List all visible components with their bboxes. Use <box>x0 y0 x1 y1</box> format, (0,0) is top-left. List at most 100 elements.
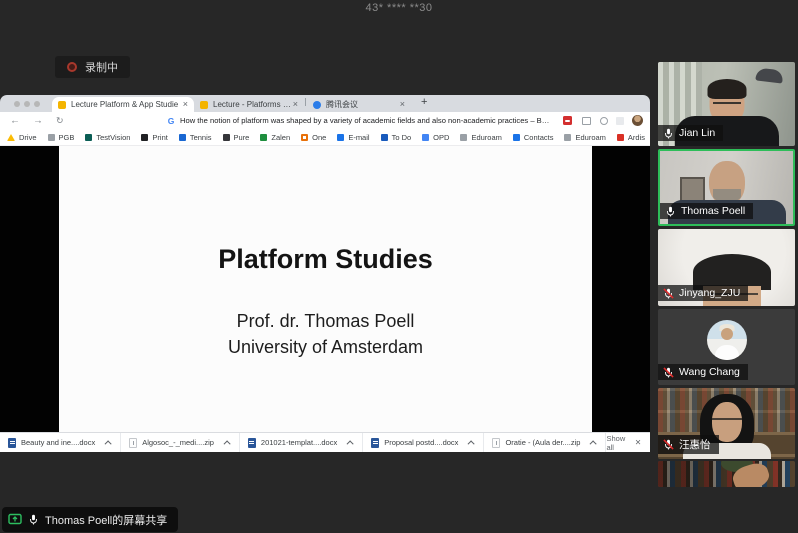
downloads-bar: Beauty and ine....docx Algosoc_-_medi...… <box>0 432 650 452</box>
drive-icon <box>7 134 15 141</box>
extension-icon[interactable] <box>582 117 591 125</box>
zalen-icon <box>260 134 267 141</box>
bookmark-label: Ardis <box>628 133 645 142</box>
google-docs-icon <box>58 101 66 109</box>
tab-label: 腾讯会议 <box>326 99 358 110</box>
extension-icon[interactable] <box>600 117 608 125</box>
masked-meeting-id: 43* **** **30 <box>0 2 798 14</box>
testvision-icon <box>85 134 92 141</box>
bookmark-drive[interactable]: Drive <box>7 133 37 142</box>
eduroam-icon <box>564 134 571 141</box>
participant-name-label: Jinyang_ZJU <box>658 285 748 301</box>
ardis-icon <box>617 134 624 141</box>
show-all-downloads-link[interactable]: Show all <box>606 434 625 452</box>
bookmark-label: E-mail <box>348 133 369 142</box>
participant-name: Jinyang_ZJU <box>679 287 740 299</box>
bookmark-opd[interactable]: OPD <box>422 133 449 142</box>
download-item[interactable]: Proposal postd....docx <box>363 433 484 452</box>
bookmark-email[interactable]: E-mail <box>337 133 369 142</box>
bookmark-tennis[interactable]: Tennis <box>179 133 212 142</box>
participant-tile-wang-chang[interactable]: Wang Chang <box>658 309 795 385</box>
bookmark-pgb[interactable]: PGB <box>48 133 75 142</box>
close-tab-icon[interactable] <box>183 100 188 109</box>
close-tab-icon[interactable] <box>293 100 298 109</box>
bookmark-pure[interactable]: Pure <box>223 133 250 142</box>
reload-button[interactable] <box>56 115 64 126</box>
bookmark-eduroam[interactable]: Eduroam <box>460 133 501 142</box>
address-bar[interactable]: How the notion of platform was shaped by… <box>180 112 552 129</box>
forward-button[interactable] <box>33 115 43 126</box>
tab-label: Lecture Platform & App Studie <box>71 100 178 109</box>
bookmark-label: Pure <box>234 133 250 142</box>
google-docs-icon <box>200 101 208 109</box>
chevron-up-icon[interactable] <box>590 440 597 447</box>
adobe-pdf-extension-icon[interactable] <box>563 116 572 125</box>
chevron-up-icon[interactable] <box>223 440 230 447</box>
close-tab-icon[interactable] <box>400 100 405 109</box>
eduroam-icon <box>460 134 467 141</box>
window-controls[interactable] <box>14 101 40 107</box>
bookmark-label: Zalen <box>271 133 290 142</box>
tab-lecture-platforms-as-markets[interactable]: Lecture - Platforms as Markets <box>194 97 304 112</box>
download-item[interactable]: Oratie - (Aula der....zip <box>484 433 606 452</box>
download-item[interactable]: Beauty and ine....docx <box>0 433 121 452</box>
participant-name-label: Thomas Poell <box>660 203 753 219</box>
download-item[interactable]: Algosoc_-_medi....zip <box>121 433 240 452</box>
bookmark-label: Drive <box>19 133 37 142</box>
download-filename: 201021-templat....docx <box>261 438 337 447</box>
docx-file-icon <box>248 438 256 448</box>
docx-file-icon <box>371 438 379 448</box>
chevron-up-icon[interactable] <box>105 440 112 447</box>
chevron-up-icon[interactable] <box>468 440 475 447</box>
pure-icon <box>223 134 230 141</box>
close-downloads-bar-icon[interactable] <box>635 437 641 448</box>
bookmarks-bar: Drive PGB TestVision Print Tennis Pure Z… <box>0 129 650 146</box>
todo-icon <box>381 134 388 141</box>
bookmark-contacts[interactable]: Contacts <box>513 133 554 142</box>
bookmark-testvision[interactable]: TestVision <box>85 133 130 142</box>
bookmark-label: PGB <box>59 133 75 142</box>
screen-share-icon <box>8 513 22 526</box>
bookmark-one[interactable]: One <box>301 133 326 142</box>
bookmark-label: Contacts <box>524 133 554 142</box>
participant-name: 汪惠怡 <box>679 437 711 452</box>
download-item[interactable]: 201021-templat....docx <box>240 433 363 452</box>
bookmark-label: Tennis <box>190 133 212 142</box>
bookmark-zalen[interactable]: Zalen <box>260 133 290 142</box>
zoom-meeting-window: 43* **** **30 录制中 Lecture Platform & App… <box>0 0 798 533</box>
bookmark-label: One <box>312 133 326 142</box>
mic-muted-icon <box>663 288 674 299</box>
download-filename: Proposal postd....docx <box>384 438 458 447</box>
bookmark-eduroam-2[interactable]: Eduroam <box>564 133 605 142</box>
screen-share-label: Thomas Poell的屏幕共享 <box>45 512 167 528</box>
close-window-icon[interactable] <box>14 101 20 107</box>
mic-muted-icon <box>663 367 674 378</box>
contacts-icon <box>513 134 520 141</box>
tab-tencent-meeting[interactable]: 腾讯会议 <box>307 97 411 112</box>
print-icon <box>141 134 148 141</box>
slide-subtitle-line2: University of Amsterdam <box>59 334 592 360</box>
maximize-window-icon[interactable] <box>34 101 40 107</box>
participant-name-label: Jian Lin <box>658 125 723 141</box>
minimize-window-icon[interactable] <box>24 101 30 107</box>
participant-tile-partial[interactable] <box>658 461 795 487</box>
new-tab-button[interactable]: + <box>421 96 427 108</box>
zip-file-icon <box>129 438 137 448</box>
participant-video <box>658 461 795 487</box>
extension-icon[interactable] <box>616 117 624 125</box>
bookmark-ardis[interactable]: Ardis <box>617 133 645 142</box>
tab-lecture-platform-app-studies[interactable]: Lecture Platform & App Studie <box>52 97 194 112</box>
browser-profile-avatar[interactable] <box>632 115 643 126</box>
chevron-up-icon[interactable] <box>347 440 354 447</box>
participant-tile-wang-huiyi[interactable]: 汪惠怡 <box>658 388 795 459</box>
bookmark-print[interactable]: Print <box>141 133 167 142</box>
record-dot-icon <box>67 62 77 72</box>
participant-tile-jinyang-zju[interactable]: Jinyang_ZJU <box>658 229 795 306</box>
browser-tab-bar: Lecture Platform & App Studie Lecture - … <box>0 95 650 112</box>
participant-tile-jian-lin[interactable]: Jian Lin <box>658 62 795 146</box>
mic-muted-icon <box>663 439 674 450</box>
back-button[interactable] <box>10 115 20 126</box>
participant-tile-thomas-poell[interactable]: Thomas Poell <box>658 149 795 226</box>
bookmark-todo[interactable]: To Do <box>381 133 412 142</box>
tab-separator <box>305 98 306 106</box>
